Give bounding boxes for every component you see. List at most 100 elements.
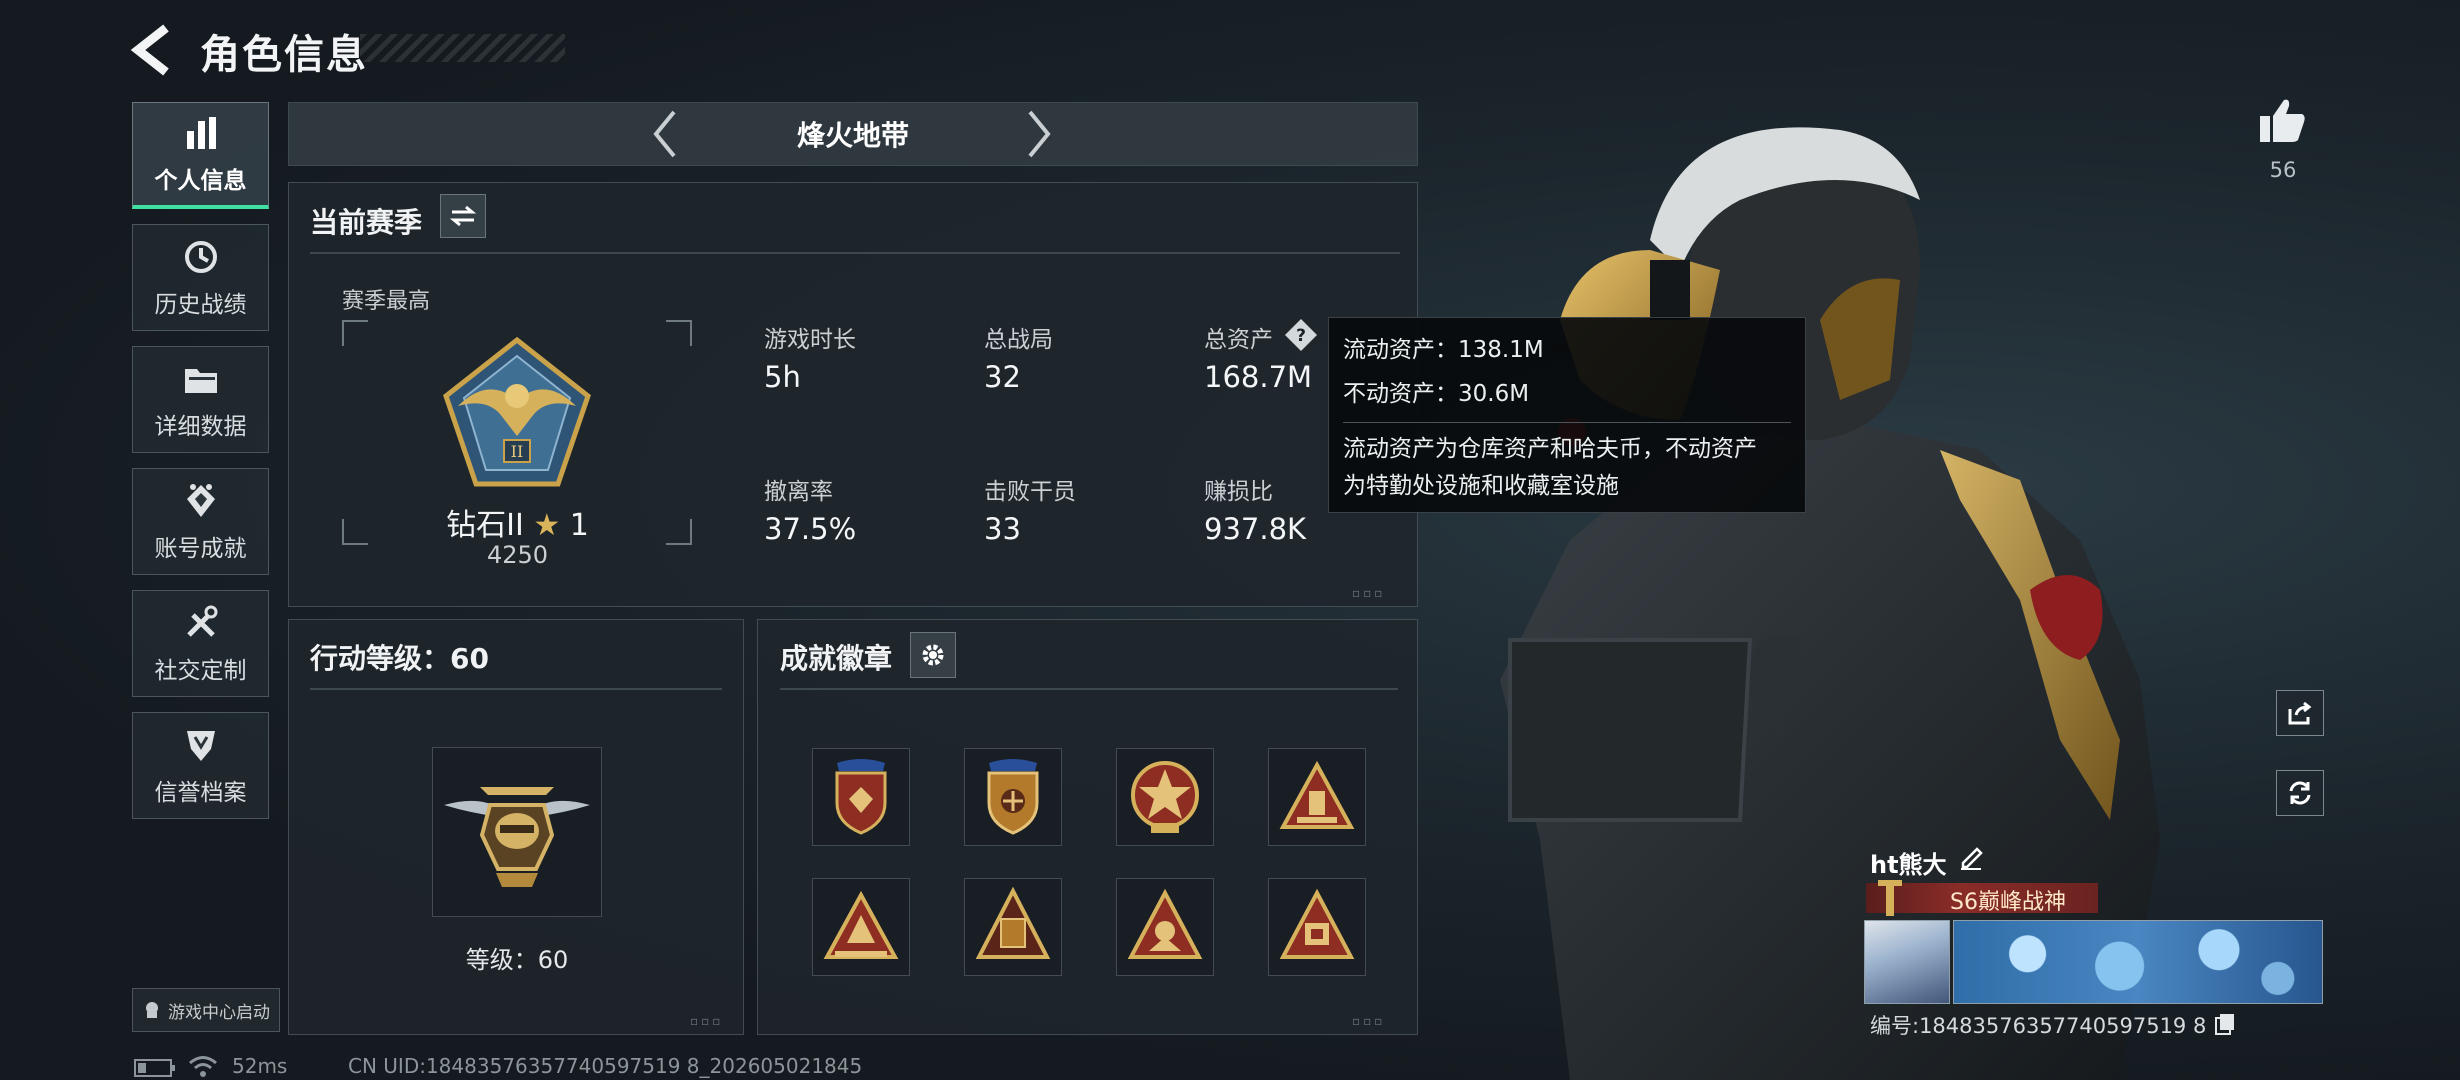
helicopter-emblem-icon — [444, 787, 590, 887]
nav-item-social[interactable]: 社交定制 — [132, 590, 269, 697]
triangle-badge-d-icon — [1127, 888, 1203, 959]
rank-stars: 1 — [569, 508, 589, 543]
season-divider — [310, 252, 1400, 254]
player-name: ht熊大 — [1870, 851, 1947, 879]
stat-value-profit-ratio: 937.8K — [1204, 512, 1307, 546]
copy-icon[interactable] — [2214, 1012, 2236, 1036]
edit-icon[interactable] — [1957, 843, 1985, 871]
stat-value-extract-rate: 37.5% — [764, 512, 857, 546]
help-icon[interactable]: ? — [1284, 318, 1318, 352]
triangle-badge-b-icon — [823, 890, 899, 959]
rank-name-row: 钻石II ★ 1 — [430, 500, 605, 544]
bar-chart-icon — [186, 117, 216, 149]
uid-text: CN UID:18483576357740597519 8_2026050218… — [348, 1054, 863, 1078]
shield-icon — [186, 730, 215, 761]
triangle-badge-e-icon — [1279, 888, 1355, 959]
tooltip-fixed-assets: 不动资产：30.6M — [1343, 381, 1530, 407]
nav-label: 详细数据 — [154, 413, 247, 440]
player-card-banner[interactable] — [1953, 920, 2323, 1004]
nav-item-detail-data[interactable]: 详细数据 — [132, 346, 269, 453]
share-button[interactable] — [2276, 690, 2324, 736]
prev-mode-arrow-icon[interactable] — [648, 108, 682, 160]
mode-name: 烽火地带 — [796, 119, 909, 152]
tools-icon — [186, 605, 217, 637]
stat-label-profit-ratio: 赚损比 — [1204, 479, 1273, 505]
page-title: 角色信息 — [200, 32, 368, 78]
achievement-icon — [186, 483, 215, 517]
player-title-text: S6巅峰战神 — [1950, 890, 2066, 915]
title-emblem-icon — [1878, 880, 1902, 916]
shield-badge-gold-icon — [987, 759, 1039, 835]
badge-divider — [780, 688, 1398, 690]
nav-label: 个人信息 — [154, 168, 247, 194]
triangle-badge-a-icon — [1279, 760, 1355, 829]
nav-item-personal-info[interactable]: 个人信息 — [132, 102, 269, 209]
refresh-button[interactable] — [2276, 770, 2324, 816]
stat-label-playtime: 游戏时长 — [764, 327, 856, 353]
stat-value-playtime: 5h — [764, 360, 801, 394]
badge-slot[interactable] — [812, 878, 910, 976]
stat-label-total-assets: 总资产 — [1204, 327, 1273, 353]
rank-star-icon: ★ — [533, 508, 561, 543]
stat-value-total-assets: 168.7M — [1204, 360, 1313, 394]
thumbs-up-icon[interactable] — [2258, 96, 2308, 146]
badge-slot[interactable] — [1116, 748, 1214, 846]
season-best-label: 赛季最高 — [342, 289, 431, 314]
back-arrow-icon[interactable] — [128, 22, 178, 78]
player-avatar[interactable] — [1864, 920, 1950, 1004]
ping-text: 52ms — [232, 1054, 288, 1078]
badge-slot[interactable] — [964, 748, 1062, 846]
nav-item-credit[interactable]: 信誉档案 — [132, 712, 269, 819]
tooltip-divider — [1343, 422, 1791, 423]
svg-text:II: II — [511, 442, 524, 461]
game-center-button[interactable]: 游戏中心启动 — [132, 988, 280, 1032]
gear-icon — [922, 644, 944, 666]
wifi-icon — [189, 1056, 217, 1077]
nav-label: 信誉档案 — [154, 779, 247, 806]
badge-slot[interactable] — [1116, 878, 1214, 976]
next-mode-arrow-icon[interactable] — [1022, 108, 1056, 160]
badge-slot[interactable] — [1268, 748, 1366, 846]
switch-season-button[interactable] — [440, 194, 486, 238]
triangle-badge-c-icon — [975, 887, 1051, 959]
panel-corner-marks: ▫▫▫ — [1352, 586, 1386, 600]
panel-corner-marks: ▫▫▫ — [690, 1014, 724, 1028]
badge-slot[interactable] — [1268, 878, 1366, 976]
stat-label-extract-rate: 撤离率 — [764, 479, 833, 505]
stat-label-kills: 击败干员 — [984, 479, 1076, 505]
game-center-label: 游戏中心启动 — [168, 1002, 270, 1023]
diamond-rank-emblem-icon: II — [443, 336, 591, 487]
swap-icon — [450, 205, 476, 227]
stat-value-kills: 33 — [984, 512, 1021, 546]
tooltip-liquid-assets: 流动资产：138.1M — [1343, 337, 1544, 363]
nav-item-history[interactable]: 历史战绩 — [132, 224, 269, 331]
tooltip-description-line2: 为特勤处设施和收藏室设施 — [1343, 473, 1619, 499]
rank-name: 钻石II — [446, 508, 524, 543]
level-text: 等级：60 — [465, 946, 569, 974]
nav-label: 历史战绩 — [154, 291, 247, 318]
battery-icon — [134, 1059, 175, 1077]
game-center-icon — [146, 1002, 158, 1018]
like-count: 56 — [2269, 158, 2297, 182]
level-divider — [310, 688, 722, 690]
nav-item-achievements[interactable]: 账号成就 — [132, 468, 269, 575]
stat-label-matches: 总战局 — [984, 327, 1053, 353]
history-icon — [184, 240, 217, 273]
badge-slot[interactable] — [964, 878, 1062, 976]
share-icon — [2288, 701, 2312, 725]
rank-score: 4250 — [486, 541, 549, 569]
tooltip-description-line1: 流动资产为仓库资产和哈夫币，不动资产 — [1343, 436, 1757, 462]
nav-label: 账号成就 — [154, 535, 247, 562]
stat-value-matches: 32 — [984, 360, 1021, 394]
title-decoration — [360, 34, 565, 62]
badge-slot[interactable] — [812, 748, 910, 846]
nav-label: 社交定制 — [154, 657, 247, 684]
refresh-icon — [2289, 781, 2311, 805]
star-medal-badge-icon — [1131, 761, 1199, 833]
asset-tooltip: 流动资产：138.1M 不动资产：30.6M 流动资产为仓库资产和哈夫币，不动资… — [1328, 317, 1806, 513]
achievement-title: 成就徽章 — [780, 642, 893, 675]
shield-badge-red-icon — [835, 759, 887, 835]
folder-icon — [184, 368, 217, 393]
badge-settings-button[interactable] — [910, 632, 956, 678]
player-id: 编号:18483576357740597519 8 — [1870, 1014, 2207, 1038]
